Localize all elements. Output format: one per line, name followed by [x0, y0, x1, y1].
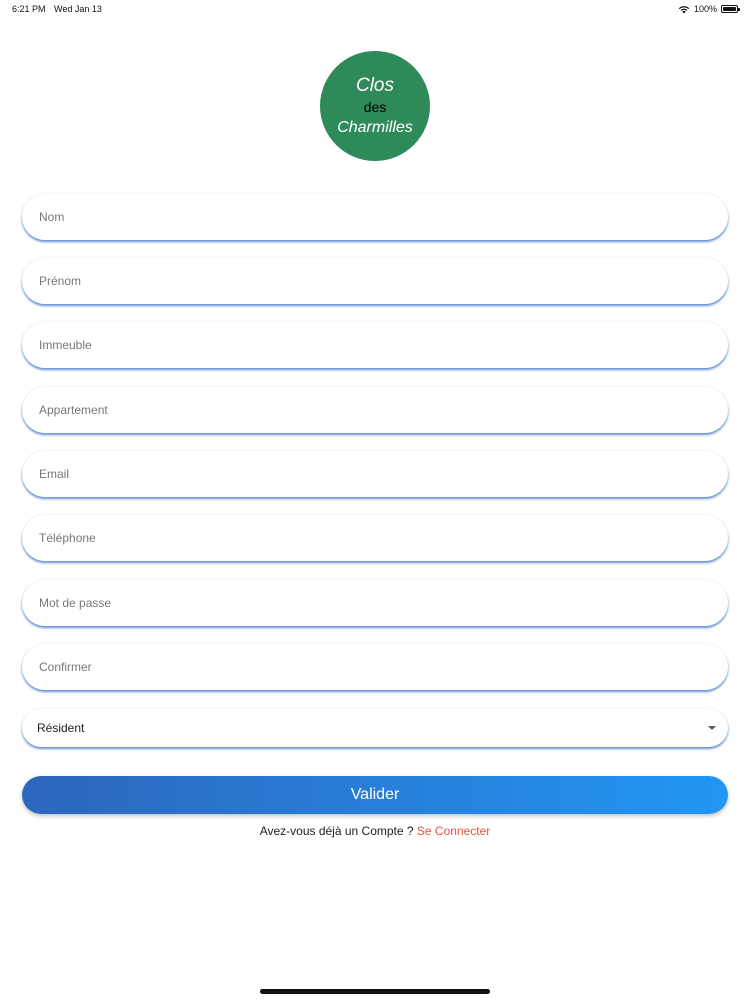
- wifi-icon: [678, 5, 690, 13]
- immeuble-field[interactable]: [22, 322, 728, 368]
- status-time: 6:21 PM: [12, 4, 46, 14]
- status-indicators: 100%: [678, 4, 740, 14]
- nom-input[interactable]: [37, 209, 728, 225]
- nom-field[interactable]: [22, 194, 728, 240]
- status-bar: 6:21 PM Wed Jan 13 100%: [0, 0, 750, 20]
- login-link[interactable]: Se Connecter: [417, 824, 490, 838]
- appartement-field[interactable]: [22, 387, 728, 433]
- validate-button[interactable]: Valider: [22, 776, 728, 814]
- validate-button-label: Valider: [350, 786, 400, 803]
- battery-percent: 100%: [693, 4, 717, 14]
- prenom-field[interactable]: [22, 258, 728, 304]
- immeuble-input[interactable]: [37, 337, 728, 353]
- role-select-value: Résident: [37, 721, 85, 735]
- password-field[interactable]: [22, 580, 728, 626]
- email-input[interactable]: [37, 466, 728, 482]
- email-field[interactable]: [22, 451, 728, 497]
- role-select[interactable]: Résident: [22, 709, 728, 747]
- confirm-password-input[interactable]: [37, 659, 728, 675]
- telephone-input[interactable]: [37, 530, 728, 546]
- logo-line-des: des: [363, 99, 387, 115]
- dropdown-caret-icon[interactable]: [708, 726, 716, 730]
- password-input[interactable]: [37, 595, 728, 611]
- login-prompt: Avez-vous déjà un Compte ? Se Connecter: [0, 824, 750, 838]
- logo-line-clos: Clos: [355, 75, 394, 96]
- battery-icon: [721, 5, 740, 13]
- app-logo: Clos des Charmilles: [320, 51, 430, 161]
- appartement-input[interactable]: [37, 402, 728, 418]
- confirm-password-field[interactable]: [22, 644, 728, 690]
- status-date: Wed Jan 13: [54, 4, 102, 14]
- logo-line-charmilles: Charmilles: [337, 119, 413, 136]
- home-indicator[interactable]: [260, 989, 490, 994]
- login-prompt-text: Avez-vous déjà un Compte ?: [259, 824, 414, 838]
- prenom-input[interactable]: [37, 273, 728, 289]
- telephone-field[interactable]: [22, 515, 728, 561]
